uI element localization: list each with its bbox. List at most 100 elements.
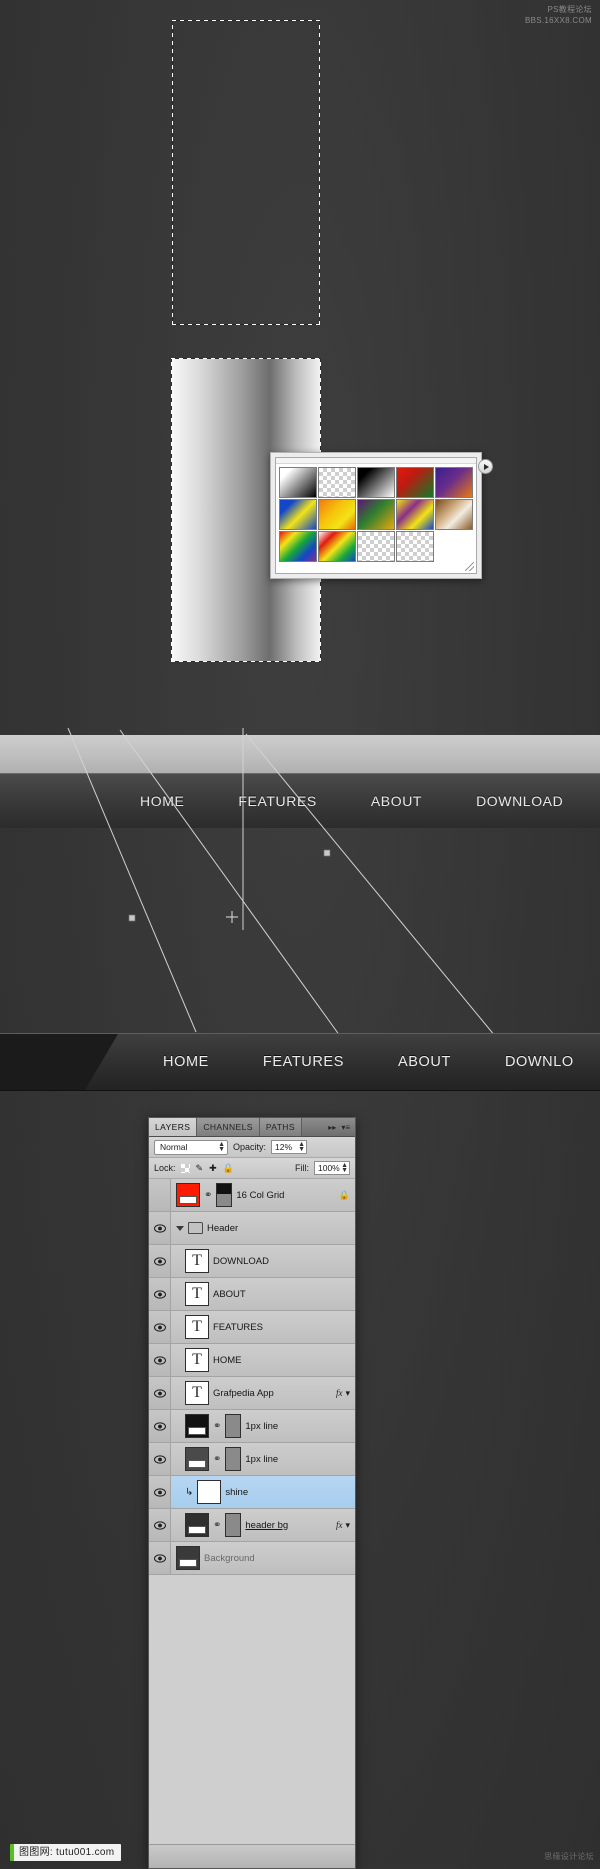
resize-grip-icon[interactable]	[465, 562, 474, 571]
layers-panel-tabs[interactable]: LAYERS CHANNELS PATHS ▸▸ ▾≡	[149, 1118, 355, 1137]
panel-header-icons[interactable]: ▸▸ ▾≡	[323, 1118, 355, 1136]
gradient-swatch-blue-red-yellow[interactable]	[279, 499, 317, 530]
path-anchor-point[interactable]	[323, 849, 331, 857]
opacity-stepper-icon[interactable]: ▲ ▼	[298, 1141, 305, 1153]
gradient-swatch-yellow-violet-orange-blue[interactable]	[435, 499, 473, 530]
gradient-swatch-violet-green-orange[interactable]	[396, 499, 434, 530]
layer-row[interactable]: T DOWNLOAD	[149, 1245, 355, 1278]
tab-paths[interactable]: PATHS	[259, 1118, 302, 1136]
transparency-lock-icon[interactable]	[180, 1163, 190, 1173]
eye-visibility-icon[interactable]	[149, 1476, 171, 1508]
gradient-picker-panel[interactable]	[270, 452, 493, 579]
group-expand-caret-icon[interactable]	[176, 1225, 184, 1231]
path-anchor-point[interactable]	[128, 914, 136, 922]
tab-channels[interactable]: CHANNELS	[197, 1118, 260, 1136]
link-mask-icon[interactable]: ⚭	[213, 1520, 221, 1531]
layers-panel-footer[interactable]	[149, 1844, 355, 1868]
gradient-swatch-foreground-to-transparent[interactable]	[318, 467, 356, 498]
opacity-field[interactable]: 12% ▲ ▼	[271, 1140, 308, 1154]
layer-right-icons[interactable]: fx ▾	[336, 1388, 355, 1399]
eye-visibility-icon[interactable]	[149, 1542, 171, 1574]
layer-row[interactable]: T Grafpedia App fx ▾	[149, 1377, 355, 1410]
layer-row[interactable]: ⚭ header bg fx ▾	[149, 1509, 355, 1542]
link-mask-icon[interactable]: ⚭	[204, 1190, 212, 1201]
blend-mode-row[interactable]: Normal ▲ ▼ Opacity: 12% ▲ ▼	[149, 1137, 355, 1158]
gradient-swatch-transparent-rainbow[interactable]	[357, 531, 395, 562]
gradient-swatch-grid[interactable]	[276, 464, 476, 565]
text-layer-thumbnail[interactable]: T	[185, 1315, 209, 1339]
nav2-item-downlo[interactable]: DOWNLO	[505, 1054, 574, 1070]
eye-visibility-icon[interactable]	[149, 1278, 171, 1310]
layer-row[interactable]: ⚭ 1px line	[149, 1443, 355, 1476]
fx-expand-caret-icon[interactable]: ▾	[345, 1520, 350, 1531]
layer-row[interactable]: ⚭ 16 Col Grid 🔒	[149, 1179, 355, 1212]
layer-thumbnail[interactable]	[185, 1513, 209, 1537]
nav2-item-features[interactable]: FEATURES	[263, 1054, 344, 1070]
fx-icon[interactable]: fx	[336, 1520, 343, 1530]
lock-row[interactable]: Lock: ✎ ✚ 🔒 Fill: 100% ▲ ▼	[149, 1158, 355, 1179]
layer-thumbnail[interactable]	[176, 1546, 200, 1570]
layer-thumbnail[interactable]	[185, 1447, 209, 1471]
nav2-item-about[interactable]: ABOUT	[398, 1054, 451, 1070]
brush-lock-icon[interactable]: ✎	[196, 1163, 204, 1174]
nav-bar-2-menu[interactable]: HOME FEATURES ABOUT DOWNLO	[163, 1034, 574, 1090]
layers-panel[interactable]: LAYERS CHANNELS PATHS ▸▸ ▾≡ Normal ▲ ▼ Opacit…	[148, 1117, 356, 1869]
layer-thumbnail[interactable]	[197, 1480, 222, 1504]
eye-visibility-icon[interactable]	[149, 1443, 171, 1475]
text-layer-thumbnail[interactable]: T	[185, 1282, 209, 1306]
gradient-swatch-transparent-stripes[interactable]	[396, 531, 434, 562]
gradient-swatch-orange-yellow-orange[interactable]	[357, 499, 395, 530]
eye-visibility-icon[interactable]	[149, 1509, 171, 1541]
layer-mask-thumbnail[interactable]	[225, 1513, 242, 1537]
all-lock-icon[interactable]: 🔒	[223, 1163, 234, 1174]
picker-menu-arrow-icon[interactable]	[478, 459, 493, 474]
text-layer-thumbnail[interactable]: T	[185, 1249, 209, 1273]
move-lock-icon[interactable]: ✚	[209, 1163, 217, 1174]
layer-thumbnail[interactable]	[176, 1183, 200, 1207]
text-layer-thumbnail[interactable]: T	[185, 1381, 209, 1405]
eye-visibility-icon[interactable]	[149, 1410, 171, 1442]
layer-thumbnail[interactable]	[185, 1414, 209, 1438]
gradient-swatch-red-green[interactable]	[396, 467, 434, 498]
eye-visibility-icon[interactable]	[149, 1179, 171, 1211]
layer-mask-thumbnail[interactable]	[225, 1414, 242, 1438]
fx-icon[interactable]: fx	[336, 1388, 343, 1398]
layer-row[interactable]: T FEATURES	[149, 1311, 355, 1344]
fx-expand-caret-icon[interactable]: ▾	[345, 1388, 350, 1399]
layer-row[interactable]: T ABOUT	[149, 1278, 355, 1311]
gradient-swatch-spectrum[interactable]	[318, 531, 356, 562]
layer-row[interactable]: ↳ shine	[149, 1476, 355, 1509]
lock-icon-group[interactable]: ✎ ✚ 🔒	[180, 1163, 234, 1174]
eye-visibility-icon[interactable]	[149, 1245, 171, 1277]
layer-row[interactable]: Header	[149, 1212, 355, 1245]
gradient-swatch-empty-slot[interactable]	[435, 531, 473, 562]
layer-right-icons[interactable]: fx ▾	[336, 1520, 355, 1531]
collapse-icon[interactable]: ▸▸	[328, 1123, 336, 1132]
eye-visibility-icon[interactable]	[149, 1311, 171, 1343]
fill-stepper-icon[interactable]: ▲ ▼	[341, 1162, 348, 1174]
eye-visibility-icon[interactable]	[149, 1377, 171, 1409]
nav2-item-home[interactable]: HOME	[163, 1054, 209, 1070]
fill-field[interactable]: 100% ▲ ▼	[314, 1161, 350, 1175]
gradient-swatch-black-white[interactable]	[357, 467, 395, 498]
text-layer-thumbnail[interactable]: T	[185, 1348, 209, 1372]
layer-row[interactable]: T HOME	[149, 1344, 355, 1377]
layer-row[interactable]: Background	[149, 1542, 355, 1575]
panel-menu-icon[interactable]: ▾≡	[341, 1123, 350, 1132]
layer-row[interactable]: ⚭ 1px line	[149, 1410, 355, 1443]
gradient-swatch-blue-yellow-blue[interactable]	[318, 499, 356, 530]
link-mask-icon[interactable]: ⚭	[213, 1454, 221, 1465]
layer-right-icons[interactable]: 🔒	[339, 1190, 355, 1201]
link-mask-icon[interactable]: ⚭	[213, 1421, 221, 1432]
eye-visibility-icon[interactable]	[149, 1212, 171, 1244]
stepper-icon[interactable]: ▲ ▼	[218, 1141, 225, 1153]
eye-visibility-icon[interactable]	[149, 1344, 171, 1376]
layer-mask-thumbnail[interactable]	[216, 1183, 233, 1207]
layer-list[interactable]: ⚭ 16 Col Grid 🔒 Header T DOWNLOAD T ABOUT T FEATU…	[149, 1179, 355, 1575]
tab-layers[interactable]: LAYERS	[149, 1118, 198, 1136]
gradient-swatch-foreground-to-background[interactable]	[279, 467, 317, 498]
blend-mode-select[interactable]: Normal ▲ ▼	[154, 1139, 228, 1155]
gradient-swatch-copper[interactable]	[279, 531, 317, 562]
gradient-swatch-violet-orange[interactable]	[435, 467, 473, 498]
layer-mask-thumbnail[interactable]	[225, 1447, 242, 1471]
